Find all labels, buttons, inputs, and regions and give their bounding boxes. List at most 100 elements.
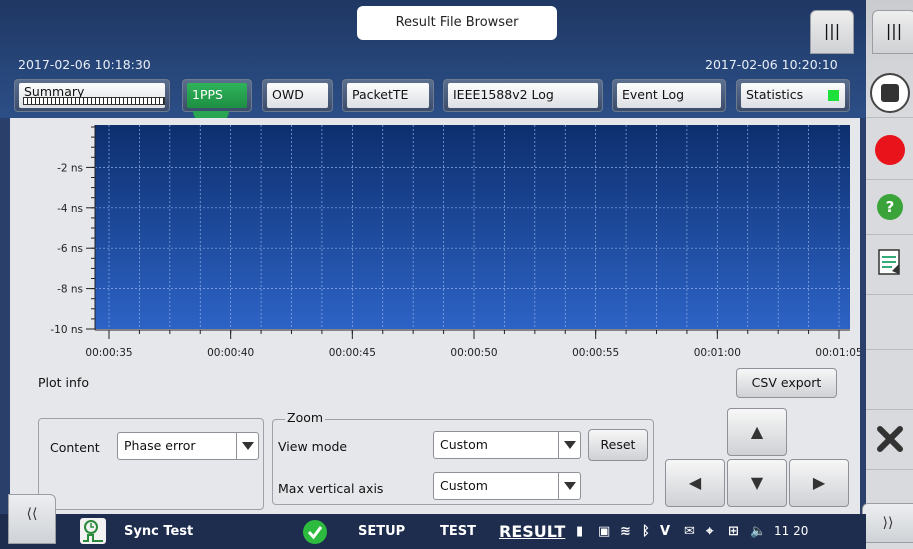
phase-error-chart: 00:00:35 00:00:40 00:00:45 00:00:50 00:00:55… (50, 125, 860, 359)
setup-nav[interactable]: SETUP (358, 514, 405, 549)
tab-event-log[interactable]: Event Log (612, 79, 726, 112)
summary-progress-bar (23, 97, 165, 105)
y-tick-label: -10 ns (50, 324, 83, 336)
status-bar: ⟨⟨ Sync Test SETUP TEST RESULT ▮ ▣ ≋ ᛒ V… (0, 494, 866, 549)
x-tick-label: 00:00:55 (572, 347, 619, 359)
sidebar-bottom: ⟩⟩ (862, 470, 913, 549)
chevron-down-icon (558, 432, 580, 458)
max-vertical-axis-value: Custom (440, 478, 488, 493)
result-nav[interactable]: RESULT (499, 514, 565, 549)
view-mode-label: View mode (278, 439, 348, 454)
zoom-legend: Zoom (285, 410, 326, 425)
x-tick-label: 00:00:45 (329, 347, 376, 359)
tab-packette[interactable]: PacketTE (342, 79, 434, 112)
triangle-right-icon: ▶ (812, 473, 826, 492)
close-button[interactable] (866, 410, 913, 470)
tab-ieee1588v2-log[interactable]: IEEE1588v2 Log (443, 79, 603, 112)
check-icon (303, 520, 327, 544)
x-tick-label: 00:00:40 (207, 347, 254, 359)
content-group: Content Phase error (38, 418, 264, 510)
right-sidebar: ||| ||| ? ⟩⟩ (810, 0, 913, 549)
tab-ieee1588v2-log-label: IEEE1588v2 Log (448, 83, 598, 108)
tab-owd-label: OWD (267, 83, 328, 108)
battery-icon: ▮ (576, 524, 584, 539)
scroll-left-button[interactable]: ◀ (665, 459, 725, 507)
menu-bars-icon: ||| (885, 21, 903, 40)
content-label: Content (50, 440, 100, 455)
y-tick-label: -2 ns (57, 162, 83, 174)
bluetooth-icon: ᛒ (642, 524, 650, 539)
plot-area (95, 125, 850, 329)
tab-event-log-label: Event Log (617, 83, 721, 108)
sidebar-blank-1 (866, 295, 913, 350)
triangle-left-icon: ◀ (688, 473, 702, 492)
start-timestamp: 2017-02-06 10:18:30 (18, 57, 151, 72)
expand-left-button[interactable]: ⟨⟨ (8, 494, 56, 544)
chevron-down-icon (236, 433, 258, 459)
view-mode-select[interactable]: Custom (433, 431, 581, 459)
tab-statistics-label: Statistics (746, 87, 804, 102)
sidebar-top: ||| ||| (810, 0, 913, 118)
test-nav[interactable]: TEST (440, 514, 476, 549)
scroll-right-button[interactable]: ▶ (789, 459, 849, 507)
clock: 11 20 (774, 524, 809, 538)
tab-1pps-label: 1PPS (187, 83, 247, 108)
reset-button[interactable]: Reset (588, 429, 648, 461)
expand-right-button[interactable]: ⟩⟩ (862, 503, 913, 543)
double-chevron-left-icon: ⟨⟨ (26, 506, 38, 522)
card-icon: ▣ (598, 524, 611, 539)
max-vertical-axis-label: Max vertical axis (278, 481, 384, 496)
end-timestamp: 2017-02-06 10:20:10 (705, 57, 838, 72)
view-mode-value: Custom (440, 437, 488, 452)
close-icon (877, 426, 903, 452)
x-tick-label: 00:00:35 (85, 347, 132, 359)
content-select-value: Phase error (124, 438, 196, 453)
double-chevron-right-icon: ⟩⟩ (882, 515, 894, 531)
chevron-down-icon (558, 473, 580, 499)
satellite-icon: ⌖ (706, 524, 714, 539)
report-button[interactable] (866, 235, 913, 295)
network-icon: ⊞ (728, 524, 739, 539)
result-main-panel: 00:00:35 00:00:40 00:00:45 00:00:50 00:00:55… (10, 118, 860, 514)
scroll-up-button[interactable]: ▲ (727, 408, 787, 456)
sidebar-blank-2 (866, 350, 913, 410)
tab-owd[interactable]: OWD (262, 79, 333, 112)
help-button[interactable]: ? (866, 180, 913, 235)
max-vertical-axis-select[interactable]: Custom (433, 472, 581, 500)
tab-packette-label: PacketTE (347, 83, 429, 108)
x-tick-label: 00:00:50 (450, 347, 497, 359)
triangle-down-icon: ▼ (750, 473, 764, 492)
report-icon (878, 249, 900, 275)
voltage-icon: V (660, 524, 671, 539)
email-icon: ✉ (684, 524, 695, 539)
triangle-up-icon: ▲ (750, 422, 764, 441)
sync-test-app-icon (80, 518, 106, 544)
record-button[interactable] (866, 118, 913, 180)
panel-menu-tab-right[interactable]: ||| (872, 10, 913, 54)
tab-summary[interactable]: Summary (14, 79, 170, 112)
volume-icon: 🔈 (750, 524, 767, 539)
status-led-icon (828, 90, 839, 101)
app-name: Sync Test (124, 524, 194, 539)
y-tick-label: -8 ns (57, 284, 83, 296)
csv-export-button[interactable]: CSV export (736, 368, 837, 398)
zoom-group: Zoom View mode Custom Reset Max vertical… (272, 410, 654, 505)
tab-statistics[interactable]: Statistics (736, 79, 850, 112)
y-tick-label: -4 ns (57, 203, 83, 215)
window-title: Result File Browser (357, 6, 557, 40)
y-tick-label: -6 ns (57, 243, 83, 255)
panel-menu-tab-left[interactable]: ||| (810, 10, 854, 54)
x-tick-label: 00:01:05 (815, 347, 860, 359)
help-icon: ? (877, 194, 903, 220)
record-icon (875, 135, 905, 165)
stop-icon[interactable] (866, 68, 913, 118)
content-select[interactable]: Phase error (117, 432, 259, 460)
x-tick-label: 00:01:00 (694, 347, 741, 359)
scroll-down-button[interactable]: ▼ (727, 459, 787, 507)
plot-info-label: Plot info (38, 375, 89, 390)
wifi-icon: ≋ (620, 524, 631, 539)
result-header: Result File Browser 2017-02-06 10:18:30 … (0, 0, 866, 123)
menu-bars-icon: ||| (823, 21, 841, 40)
svg-text:?: ? (886, 198, 895, 216)
tab-1pps[interactable]: 1PPS (182, 79, 252, 123)
